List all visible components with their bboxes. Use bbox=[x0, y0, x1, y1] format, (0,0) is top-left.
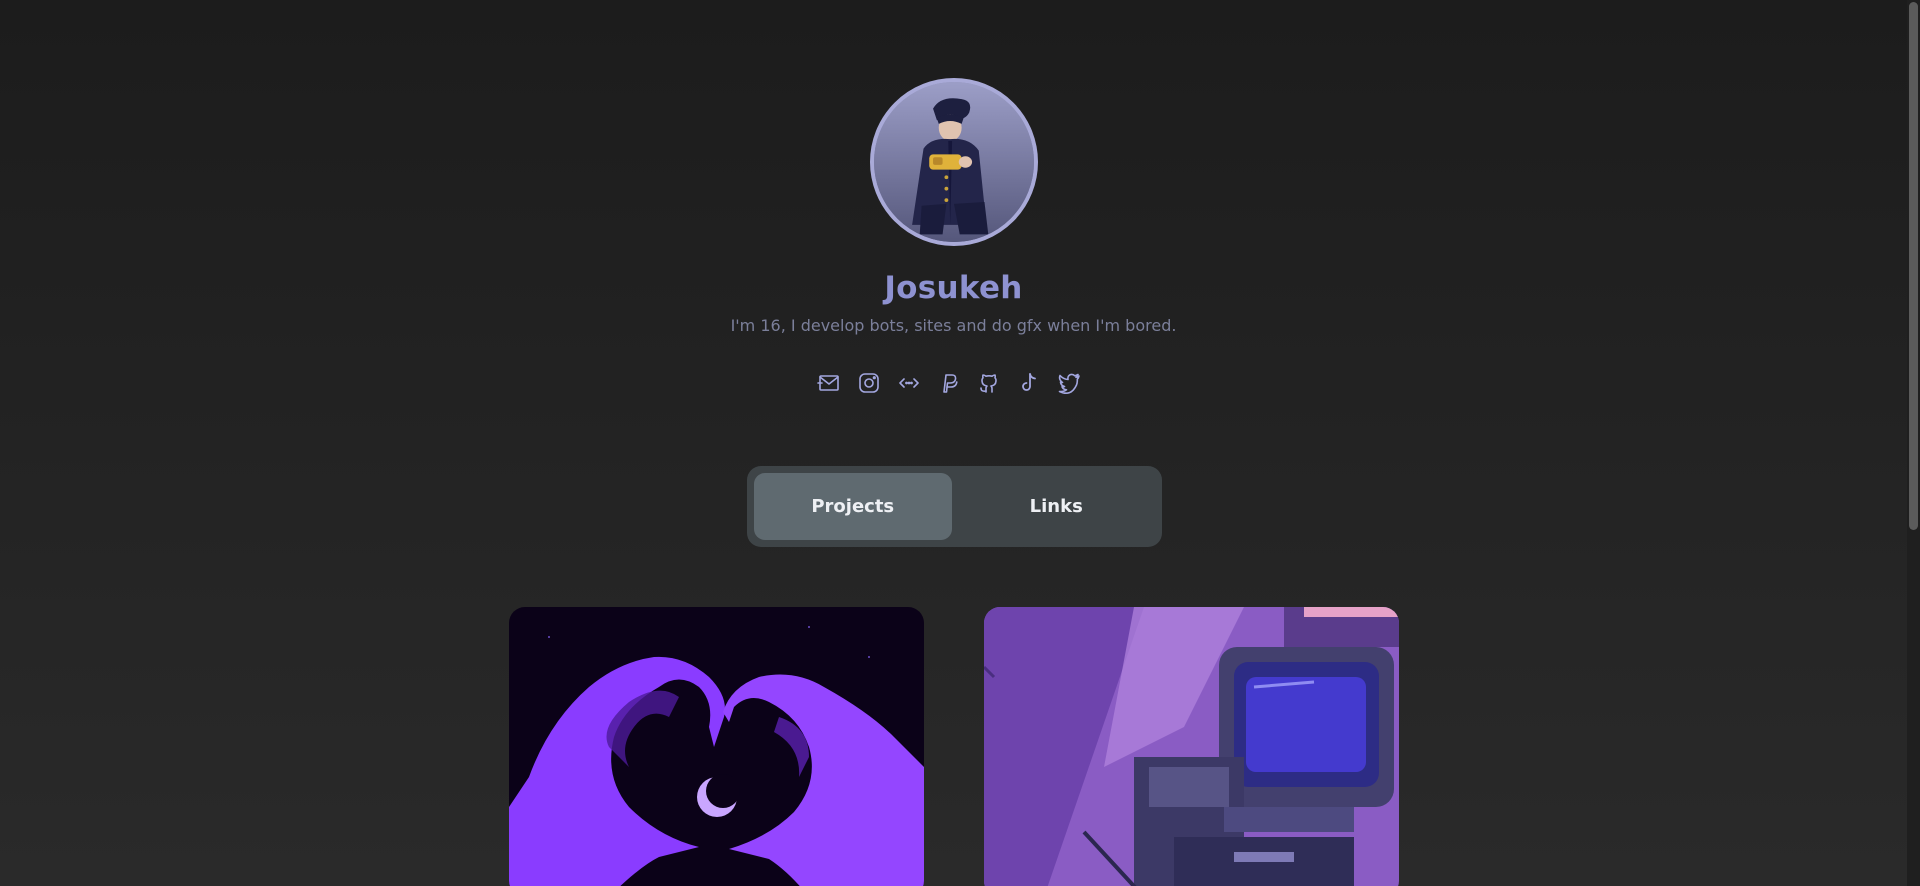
profile-page: Josukeh I'm 16, I develop bots, sites an… bbox=[0, 0, 1920, 886]
instagram-icon[interactable] bbox=[856, 370, 882, 396]
paypal-icon[interactable] bbox=[936, 370, 962, 396]
profile-bio: I'm 16, I develop bots, sites and do gfx… bbox=[730, 316, 1177, 335]
project-card[interactable] bbox=[509, 607, 924, 886]
scrollbar-thumb[interactable] bbox=[1909, 2, 1918, 530]
tab-projects[interactable]: Projects bbox=[754, 473, 952, 540]
mail-icon[interactable] bbox=[816, 370, 842, 396]
projects-grid bbox=[509, 607, 1399, 886]
tab-links[interactable]: Links bbox=[958, 473, 1156, 540]
twitter-icon[interactable] bbox=[1056, 370, 1082, 396]
tiktok-icon[interactable] bbox=[1016, 370, 1042, 396]
project-card[interactable] bbox=[984, 607, 1399, 886]
tab-switcher: Projects Links bbox=[747, 466, 1162, 547]
code-icon[interactable] bbox=[896, 370, 922, 396]
page-scrollbar[interactable] bbox=[1907, 0, 1920, 886]
avatar-image bbox=[874, 82, 1034, 242]
pixel-art-retro-computer-image bbox=[984, 607, 1399, 886]
profile-name: Josukeh bbox=[884, 270, 1023, 306]
github-icon[interactable] bbox=[976, 370, 1002, 396]
social-links bbox=[816, 370, 1082, 396]
purple-heart-hands-moon-image bbox=[509, 607, 924, 886]
avatar bbox=[870, 78, 1038, 246]
